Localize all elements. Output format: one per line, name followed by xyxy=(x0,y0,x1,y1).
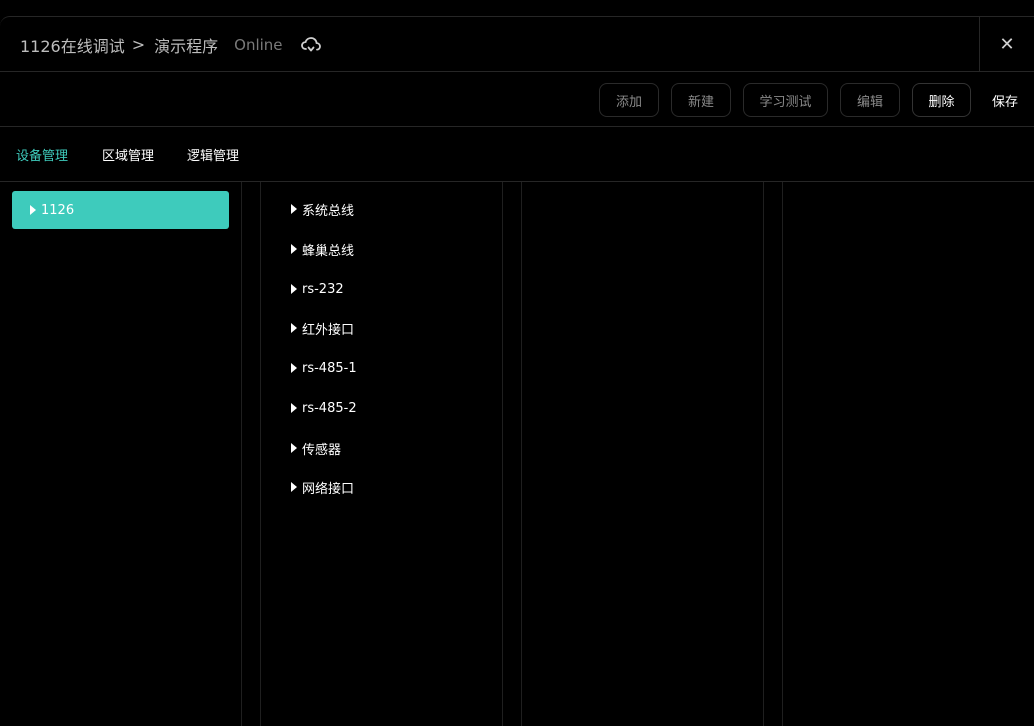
interface-item-network[interactable]: 网络接口 xyxy=(291,477,354,497)
interface-item-hive-bus[interactable]: 蜂巢总线 xyxy=(291,239,354,259)
interface-label: rs-485-1 xyxy=(302,360,357,376)
column-divider xyxy=(502,182,503,726)
caret-right-icon xyxy=(291,204,297,214)
interface-label: 红外接口 xyxy=(302,322,355,338)
column-divider xyxy=(782,182,783,726)
interface-label: 传感器 xyxy=(302,442,342,458)
caret-right-icon xyxy=(291,244,297,254)
toolbar: 添加 新建 学习测试 编辑 删除 保存 xyxy=(0,72,1034,127)
column-divider xyxy=(260,182,261,726)
tab-bar: 设备管理 区域管理 逻辑管理 xyxy=(0,127,1034,182)
close-button[interactable]: ✕ xyxy=(979,17,1034,72)
tab-logic-management[interactable]: 逻辑管理 xyxy=(187,127,239,181)
interface-item-rs485-1[interactable]: rs-485-1 xyxy=(291,358,357,378)
caret-right-icon xyxy=(291,284,297,294)
tab-area-management[interactable]: 区域管理 xyxy=(102,127,154,181)
caret-right-icon xyxy=(30,205,36,215)
column-divider xyxy=(521,182,522,726)
caret-right-icon xyxy=(291,482,297,492)
interface-item-rs232[interactable]: rs-232 xyxy=(291,279,344,299)
interface-label: 系统总线 xyxy=(302,203,355,219)
cloud-sync-icon[interactable] xyxy=(300,34,322,56)
window-header: 1126在线调试 > 演示程序 Online ✕ xyxy=(0,16,1034,72)
save-button[interactable]: 保存 xyxy=(984,83,1026,117)
interface-item-infrared[interactable]: 红外接口 xyxy=(291,318,354,338)
interface-label: rs-232 xyxy=(302,281,344,297)
column-divider xyxy=(241,182,242,726)
debug-window: 1126在线调试 > 演示程序 Online ✕ 添加 新建 学习测试 编辑 删… xyxy=(0,0,1034,726)
interface-label: 网络接口 xyxy=(302,481,355,497)
interface-item-sensor[interactable]: 传感器 xyxy=(291,438,341,458)
interface-item-rs485-2[interactable]: rs-485-2 xyxy=(291,398,357,418)
new-button[interactable]: 新建 xyxy=(671,83,731,117)
breadcrumb-current: 演示程序 xyxy=(154,36,219,56)
interface-label: 蜂巢总线 xyxy=(302,243,355,259)
caret-right-icon xyxy=(291,363,297,373)
breadcrumb: 1126在线调试 > 演示程序 Online xyxy=(20,17,322,72)
breadcrumb-project[interactable]: 1126在线调试 xyxy=(20,33,125,57)
breadcrumb-separator: > xyxy=(131,35,146,54)
learn-test-button[interactable]: 学习测试 xyxy=(743,83,828,117)
close-icon: ✕ xyxy=(999,34,1015,55)
tab-device-management[interactable]: 设备管理 xyxy=(16,127,68,181)
tree-item-device-1126[interactable]: 1126 xyxy=(12,191,229,229)
tree-item-label: 1126 xyxy=(41,202,75,218)
caret-right-icon xyxy=(291,403,297,413)
delete-button[interactable]: 删除 xyxy=(912,83,971,117)
interface-item-system-bus[interactable]: 系统总线 xyxy=(291,199,354,219)
caret-right-icon xyxy=(291,443,297,453)
column-divider xyxy=(763,182,764,726)
add-button[interactable]: 添加 xyxy=(599,83,659,117)
connection-status: Online xyxy=(234,35,283,54)
edit-button[interactable]: 编辑 xyxy=(840,83,900,117)
caret-right-icon xyxy=(291,323,297,333)
interface-label: rs-485-2 xyxy=(302,400,357,416)
